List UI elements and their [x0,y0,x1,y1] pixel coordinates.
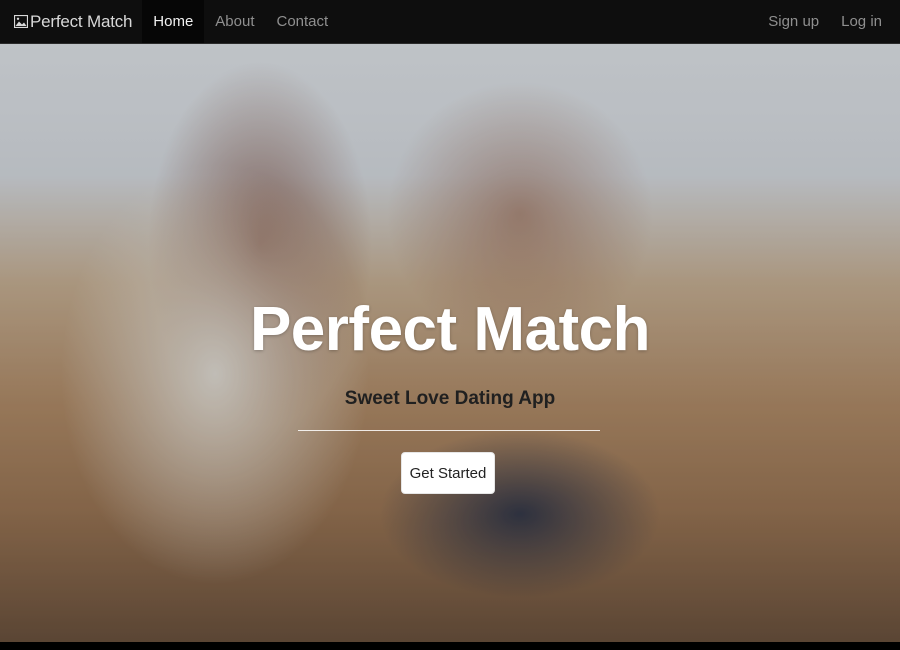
nav-right-group: Sign up Log in [757,0,900,43]
brand-link[interactable]: Perfect Match [0,0,142,43]
nav-log-in[interactable]: Log in [830,0,900,43]
top-navbar: Perfect Match Home About Contact Sign up… [0,0,900,44]
nav-home[interactable]: Home [142,0,205,43]
hero-title: Perfect Match [249,295,651,364]
brand-label: Perfect Match [30,11,133,31]
nav-about[interactable]: About [204,0,265,43]
hero-content: Perfect Match Sweet Love Dating App Get … [0,44,900,642]
hero-section: Perfect Match Sweet Love Dating App Get … [0,44,900,642]
image-icon [14,15,28,28]
hero-divider [298,430,600,431]
get-started-button[interactable]: Get Started [401,452,495,494]
nav-sign-up[interactable]: Sign up [757,0,830,43]
nav-contact[interactable]: Contact [266,0,340,43]
bottom-bar [0,642,900,650]
hero-subtitle: Sweet Love Dating App [344,388,556,409]
